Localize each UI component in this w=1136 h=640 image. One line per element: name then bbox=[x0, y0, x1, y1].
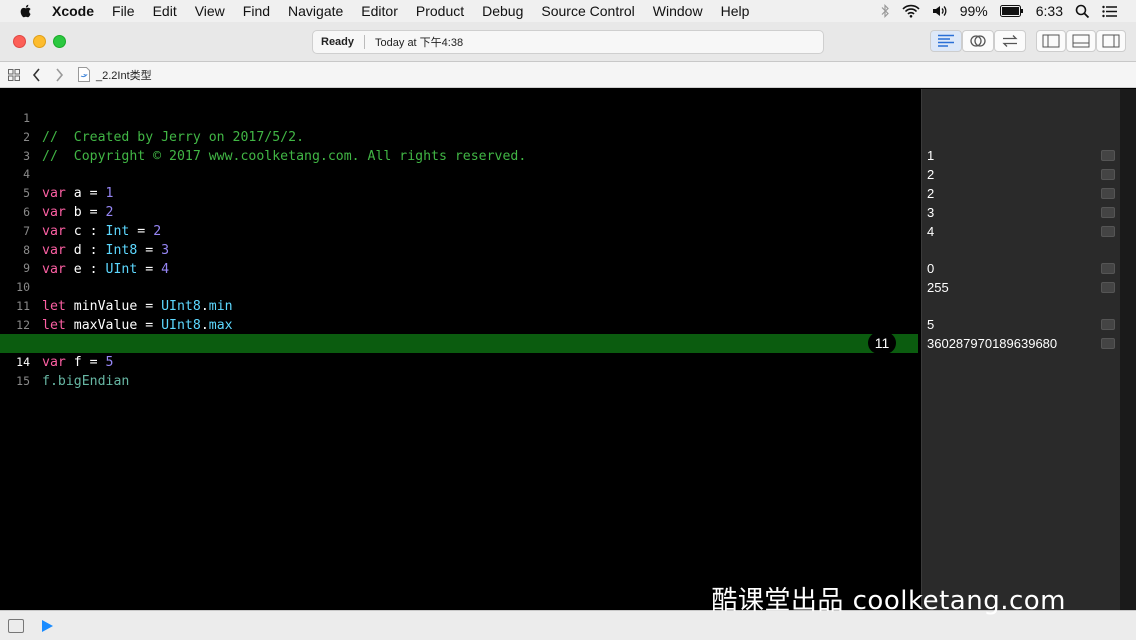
battery-icon[interactable] bbox=[999, 5, 1024, 17]
close-window-button[interactable] bbox=[13, 35, 26, 48]
code-line[interactable]: 9 bbox=[0, 240, 921, 275]
result-row: 2 bbox=[927, 165, 1117, 184]
hide-debug-area-icon[interactable] bbox=[8, 619, 24, 633]
result-row: 4 bbox=[927, 222, 1117, 241]
debug-panel-icon bbox=[1072, 34, 1090, 48]
run-playground-icon[interactable] bbox=[42, 620, 53, 632]
notification-center-icon[interactable] bbox=[1102, 5, 1118, 18]
result-value: 0 bbox=[927, 261, 935, 276]
activity-viewer: Ready Today at 下午4:38 bbox=[312, 30, 824, 54]
bluetooth-icon[interactable] bbox=[880, 4, 890, 18]
menu-product[interactable]: Product bbox=[416, 3, 464, 19]
code-line[interactable]: 13 var f = 5 bbox=[0, 315, 921, 370]
menu-bar: Xcode File Edit View Find Navigate Edito… bbox=[0, 0, 1136, 22]
result-value: 5 bbox=[927, 317, 935, 332]
result-row: 3 bbox=[927, 203, 1117, 222]
result-row: 0 bbox=[927, 259, 1117, 278]
menu-window[interactable]: Window bbox=[653, 3, 703, 19]
menu-view[interactable]: View bbox=[195, 3, 225, 19]
code-line[interactable]: 2 // Copyright © 2017 www.coolketang.com… bbox=[0, 109, 921, 164]
results-scrollbar[interactable] bbox=[1120, 89, 1136, 610]
result-value: 255 bbox=[927, 280, 949, 295]
result-row: 255 bbox=[927, 278, 1117, 297]
result-value: 3 bbox=[927, 205, 935, 220]
code-line[interactable]: 3 bbox=[0, 128, 921, 163]
code-line[interactable]: 6 var c : Int = 2 bbox=[0, 184, 921, 239]
activity-divider bbox=[364, 35, 366, 49]
menu-find[interactable]: Find bbox=[243, 3, 270, 19]
menu-help[interactable]: Help bbox=[721, 3, 750, 19]
quick-look-icon[interactable] bbox=[1101, 207, 1115, 218]
utilities-panel-icon bbox=[1102, 34, 1120, 48]
result-row: 360287970189639680 bbox=[927, 334, 1117, 353]
menu-editor[interactable]: Editor bbox=[361, 3, 398, 19]
related-items-grid-icon[interactable] bbox=[8, 68, 20, 81]
code-completion-badge[interactable]: 11 bbox=[868, 332, 896, 354]
forward-chevron-icon[interactable] bbox=[54, 67, 64, 82]
code-line[interactable]: 12 bbox=[0, 297, 921, 332]
minimize-window-button[interactable] bbox=[33, 35, 46, 48]
menu-edit[interactable]: Edit bbox=[153, 3, 177, 19]
navigator-panel-icon bbox=[1042, 34, 1060, 48]
assistant-editor-button[interactable] bbox=[962, 30, 994, 52]
version-editor-button[interactable] bbox=[994, 30, 1026, 52]
code-line[interactable]: 1 // Created by Jerry on 2017/5/2. bbox=[0, 90, 921, 145]
window-toolbar: Ready Today at 下午4:38 bbox=[0, 22, 1136, 62]
build-timestamp: Today at 下午4:38 bbox=[375, 37, 464, 49]
volume-icon[interactable] bbox=[932, 4, 948, 18]
code-line[interactable]: 7 var d : Int8 = 3 bbox=[0, 203, 921, 258]
toggle-utilities-button[interactable] bbox=[1096, 30, 1126, 52]
code-line[interactable]: 8 var e : UInt = 4 bbox=[0, 222, 921, 277]
jump-bar-file-name[interactable]: _2.2Int类型 bbox=[96, 67, 152, 83]
quick-look-icon[interactable] bbox=[1101, 319, 1115, 330]
jump-bar: _2.2Int类型 bbox=[0, 62, 1136, 88]
assistant-editor-icon bbox=[970, 35, 986, 47]
apple-icon[interactable] bbox=[18, 3, 34, 19]
line-number: 15 bbox=[16, 374, 30, 388]
result-value: 2 bbox=[927, 186, 935, 201]
battery-percent[interactable]: 99% bbox=[960, 3, 988, 19]
spotlight-search-icon[interactable] bbox=[1075, 4, 1090, 19]
result-value: 1 bbox=[927, 148, 935, 163]
code-line[interactable]: 5 var b = 2 bbox=[0, 165, 921, 220]
result-value: 360287970189639680 bbox=[927, 336, 1058, 351]
result-row: 1 bbox=[927, 146, 1117, 165]
zoom-window-button[interactable] bbox=[53, 35, 66, 48]
quick-look-icon[interactable] bbox=[1101, 226, 1115, 237]
clock[interactable]: 6:33 bbox=[1036, 3, 1063, 19]
quick-look-icon[interactable] bbox=[1101, 150, 1115, 161]
standard-editor-button[interactable] bbox=[930, 30, 962, 52]
wifi-icon[interactable] bbox=[902, 4, 920, 18]
result-row: 2 bbox=[927, 184, 1117, 203]
code-line[interactable]: 4 var a = 1 bbox=[0, 146, 921, 201]
quick-look-icon[interactable] bbox=[1101, 338, 1115, 349]
current-code-line[interactable]: 14 f.bigEndian bbox=[0, 334, 918, 389]
result-row: 5 bbox=[927, 315, 1117, 334]
result-value: 4 bbox=[927, 224, 935, 239]
build-status: Ready bbox=[321, 36, 355, 48]
menu-source-control[interactable]: Source Control bbox=[541, 3, 634, 19]
standard-editor-icon bbox=[938, 34, 954, 47]
code-line[interactable]: 15 bbox=[0, 353, 921, 388]
version-editor-icon bbox=[1002, 35, 1018, 47]
toggle-navigator-button[interactable] bbox=[1036, 30, 1066, 52]
quick-look-icon[interactable] bbox=[1101, 263, 1115, 274]
menu-debug[interactable]: Debug bbox=[482, 3, 523, 19]
back-chevron-icon[interactable] bbox=[32, 67, 42, 82]
code-line[interactable]: 10 let minValue = UInt8.min bbox=[0, 259, 921, 314]
playground-file-icon bbox=[78, 67, 90, 82]
toggle-debug-area-button[interactable] bbox=[1066, 30, 1096, 52]
menu-navigate[interactable]: Navigate bbox=[288, 3, 343, 19]
quick-look-icon[interactable] bbox=[1101, 282, 1115, 293]
code-line[interactable]: 11 let maxValue = UInt8.max bbox=[0, 278, 921, 333]
menu-xcode[interactable]: Xcode bbox=[52, 3, 94, 19]
menu-file[interactable]: File bbox=[112, 3, 135, 19]
quick-look-icon[interactable] bbox=[1101, 169, 1115, 180]
result-value: 2 bbox=[927, 167, 935, 182]
watermark: 酷课堂出品 coolketang.com bbox=[711, 586, 1066, 616]
quick-look-icon[interactable] bbox=[1101, 188, 1115, 199]
status-area: 99% 6:33 bbox=[880, 0, 1118, 22]
code-text: f.bigEndian bbox=[42, 374, 130, 389]
